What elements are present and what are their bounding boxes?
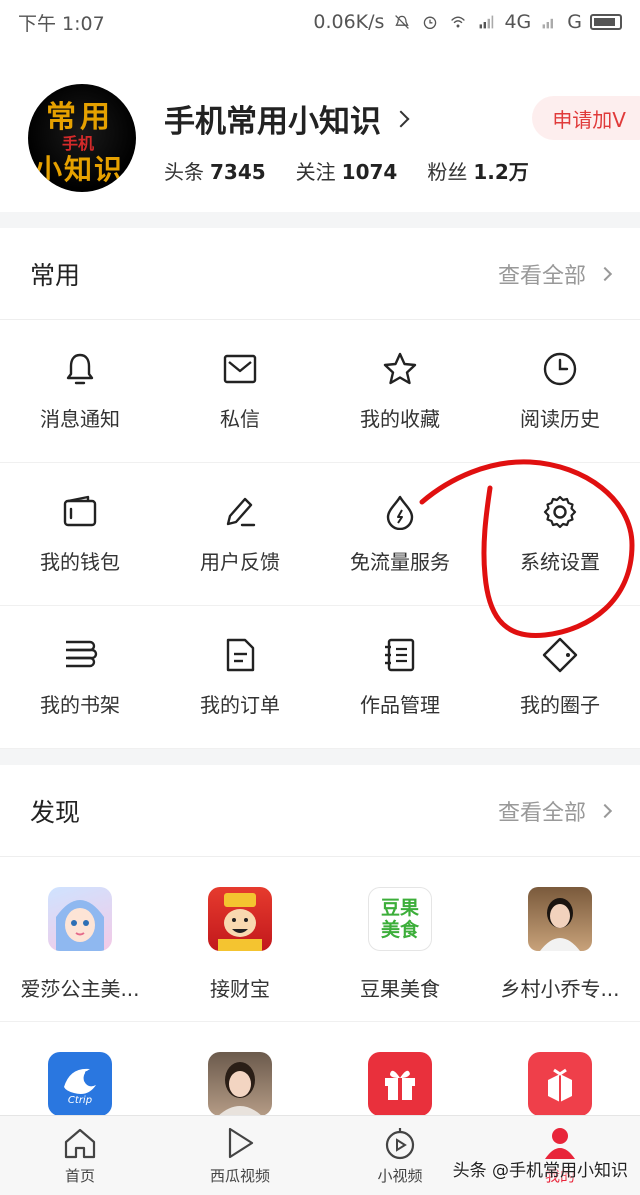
- douguo-app-icon: 豆果美食: [368, 887, 432, 951]
- discover-section: 发现 查看全部 爱莎公主美... 接财宝 豆果美食 豆果美食 乡村小乔专...: [0, 765, 640, 1187]
- common-item-favorites[interactable]: 我的收藏: [320, 320, 480, 463]
- gear-icon: [543, 495, 577, 528]
- discover-title: 发现: [30, 797, 81, 827]
- common-item-orders[interactable]: 我的订单: [160, 606, 320, 749]
- status-time: 下午 1:07: [18, 12, 105, 35]
- network-type: 4G: [504, 11, 532, 33]
- pen-icon: [226, 497, 256, 526]
- common-item-bookshelf[interactable]: 我的书架: [0, 606, 160, 749]
- portrait2-app-icon: [208, 1052, 272, 1116]
- signal2-icon: [542, 18, 554, 29]
- profile-stats: 头条 7345 关注 1074 粉丝 1.2万: [164, 156, 529, 185]
- alarm-icon: [424, 16, 437, 30]
- stat-following[interactable]: 关注 1074: [296, 156, 398, 185]
- status-right: 0.06K/s 4G G: [313, 11, 622, 33]
- clock-icon: [543, 352, 577, 385]
- signal-icon: [480, 15, 494, 29]
- chevron-right-icon: [597, 803, 613, 818]
- common-item-settings[interactable]: 系统设置: [480, 463, 640, 606]
- mute-icon: [395, 15, 410, 29]
- common-title: 常用: [30, 260, 81, 290]
- play-icon: [228, 1127, 254, 1159]
- discover-view-all-link[interactable]: 查看全部: [498, 795, 613, 827]
- wallet-icon: [63, 495, 97, 526]
- wifi-icon: [451, 16, 466, 28]
- stat-toutiao[interactable]: 头条 7345: [164, 156, 266, 185]
- status-bar: 下午 1:07 0.06K/s 4G G: [0, 0, 640, 44]
- common-item-circles[interactable]: 我的圈子: [480, 606, 640, 749]
- mail-icon: [223, 354, 257, 383]
- network-speed: 0.06K/s: [313, 11, 385, 33]
- profile-header: 常用 手机 小知识 手机常用小知识 头条 7345 关注 1074 粉丝 1.2万 申…: [0, 44, 640, 212]
- sim2-type: G: [567, 11, 582, 33]
- common-item-messages[interactable]: 私信: [160, 320, 320, 463]
- common-item-feedback[interactable]: 用户反馈: [160, 463, 320, 606]
- home-icon: [64, 1128, 96, 1159]
- profile-name: 手机常用小知识: [164, 104, 381, 140]
- watermark: 头条 @手机常用小知识: [452, 1161, 628, 1181]
- battery-icon: [590, 14, 622, 30]
- nav-xigua-video[interactable]: 西瓜视频: [160, 1116, 320, 1195]
- common-section: 常用 查看全部 消息通知 私信 我的收藏 阅读历史 我的钱包 用户反馈 免流量服…: [0, 228, 640, 749]
- common-item-notifications[interactable]: 消息通知: [0, 320, 160, 463]
- circle-tag-icon: [542, 637, 578, 672]
- document-icon: [226, 638, 255, 671]
- ctrip-app-icon: Ctrip: [48, 1052, 112, 1116]
- bottom-nav: 首页 西瓜视频 小视频 我的: [0, 1115, 640, 1195]
- discover-app[interactable]: 爱莎公主美...: [0, 857, 160, 1022]
- chevron-right-icon: [392, 110, 410, 127]
- common-item-free-data[interactable]: 免流量服务: [320, 463, 480, 606]
- common-item-history[interactable]: 阅读历史: [480, 320, 640, 463]
- bell-icon: [66, 353, 94, 384]
- profile-name-link[interactable]: 手机常用小知识: [164, 96, 410, 141]
- common-view-all-link[interactable]: 查看全部: [498, 258, 613, 290]
- drop-icon: [386, 495, 414, 530]
- common-header: 常用 查看全部: [0, 228, 640, 320]
- discover-header: 发现 查看全部: [0, 765, 640, 857]
- discover-app[interactable]: 豆果美食 豆果美食: [320, 857, 480, 1022]
- common-grid: 消息通知 私信 我的收藏 阅读历史 我的钱包 用户反馈 免流量服务 系统设置 我…: [0, 320, 640, 749]
- avatar[interactable]: 常用 手机 小知识: [28, 84, 136, 192]
- star-icon: [383, 352, 417, 384]
- princess-app-icon: [48, 887, 112, 951]
- gift-app-icon: [368, 1052, 432, 1116]
- notebook-icon: [385, 638, 415, 671]
- discover-app[interactable]: 接财宝: [160, 857, 320, 1022]
- box-app-icon: [528, 1052, 592, 1116]
- apply-verification-button[interactable]: 申请加V: [532, 96, 640, 140]
- bookshelf-icon: [66, 640, 98, 667]
- common-item-works[interactable]: 作品管理: [320, 606, 480, 749]
- nav-home[interactable]: 首页: [0, 1116, 160, 1195]
- short-video-icon: [385, 1128, 415, 1160]
- discover-app[interactable]: 乡村小乔专...: [480, 857, 640, 1022]
- fortune-app-icon: [208, 887, 272, 951]
- common-item-wallet[interactable]: 我的钱包: [0, 463, 160, 606]
- stat-followers[interactable]: 粉丝 1.2万: [427, 156, 528, 185]
- chevron-right-icon: [597, 266, 613, 281]
- portrait-app-icon: [528, 887, 592, 951]
